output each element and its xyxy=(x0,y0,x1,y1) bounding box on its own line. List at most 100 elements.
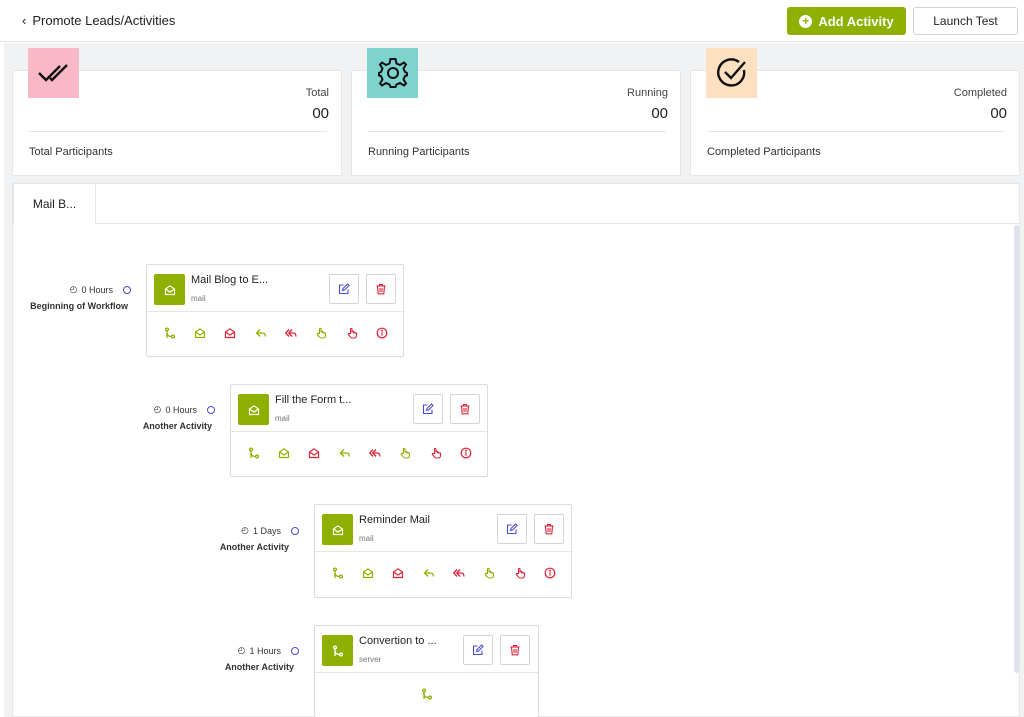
activity-header: Reminder Mail mail xyxy=(315,505,571,552)
workflow-sub-label: Beginning of Workflow xyxy=(30,301,128,311)
activity-header: Convertion to ... server xyxy=(315,626,538,673)
activity-title: Fill the Form t... xyxy=(275,394,352,406)
clock-icon: ◴ xyxy=(153,404,162,414)
mail-unopened-icon[interactable] xyxy=(307,447,320,460)
mail-open-icon xyxy=(238,394,269,425)
scrollbar[interactable] xyxy=(1014,225,1019,673)
reply-icon[interactable] xyxy=(422,567,435,580)
edit-icon xyxy=(338,283,350,295)
trash-icon xyxy=(543,523,555,535)
clicked-icon[interactable] xyxy=(398,447,411,460)
workflow-time: ◴ 0 Hours xyxy=(70,284,131,295)
tab-mail-blog[interactable]: Mail B... xyxy=(13,183,96,224)
stat-value: 00 xyxy=(651,105,668,122)
branch-icon[interactable] xyxy=(163,327,176,340)
not-clicked-icon[interactable] xyxy=(429,447,442,460)
tab-bar: Mail B... xyxy=(13,183,1019,224)
trash-icon xyxy=(375,283,387,295)
not-clicked-icon[interactable] xyxy=(513,567,526,580)
delete-button[interactable] xyxy=(500,635,530,665)
edit-button[interactable] xyxy=(329,274,359,304)
back-link[interactable]: ‹ Promote Leads/Activities xyxy=(22,13,175,28)
mail-unopened-icon[interactable] xyxy=(223,327,236,340)
back-label: Promote Leads/Activities xyxy=(32,13,176,28)
stat-bottom-label: Running Participants xyxy=(368,146,470,158)
activity-card: Convertion to ... server xyxy=(314,625,539,717)
delete-button[interactable] xyxy=(534,514,564,544)
workflow-sub-label: Another Activity xyxy=(224,662,294,672)
not-replied-icon[interactable] xyxy=(452,567,465,580)
chevron-left-icon: ‹ xyxy=(22,13,27,28)
delete-button[interactable] xyxy=(366,274,396,304)
divider xyxy=(29,131,327,132)
branch-icon[interactable] xyxy=(420,688,433,701)
trigger-icons xyxy=(315,563,571,583)
add-activity-label: Add Activity xyxy=(818,13,894,29)
edit-icon xyxy=(472,644,484,656)
reply-icon[interactable] xyxy=(254,327,267,340)
stat-bottom-label: Completed Participants xyxy=(707,146,821,158)
info-icon[interactable] xyxy=(543,567,556,580)
clicked-icon[interactable] xyxy=(314,327,327,340)
stat-value: 00 xyxy=(312,105,329,122)
clock-icon: ◴ xyxy=(69,284,78,294)
mail-unopened-icon[interactable] xyxy=(391,567,404,580)
top-bar: ‹ Promote Leads/Activities + Add Activit… xyxy=(0,0,1024,42)
trigger-icons xyxy=(231,443,487,463)
plus-icon: + xyxy=(799,14,813,28)
divider xyxy=(368,131,666,132)
workflow-sub-label: Another Activity xyxy=(142,421,212,431)
timeline-node-icon xyxy=(123,285,131,294)
activity-card: Reminder Mail mail xyxy=(314,504,572,598)
double-check-icon xyxy=(28,48,79,98)
gear-icon xyxy=(367,48,418,98)
workflow-time: ◴ 1 Hours xyxy=(238,645,299,656)
not-replied-icon[interactable] xyxy=(284,327,297,340)
edit-icon xyxy=(506,523,518,535)
stat-value: 00 xyxy=(990,105,1007,122)
timeline-node-icon xyxy=(291,646,299,655)
trigger-icons xyxy=(315,684,538,704)
stat-top-label: Completed xyxy=(953,87,1007,99)
mail-opened-icon[interactable] xyxy=(277,447,290,460)
activity-card: Mail Blog to E... mail xyxy=(146,264,404,357)
not-replied-icon[interactable] xyxy=(368,447,381,460)
clock-icon: ◴ xyxy=(237,645,246,655)
stat-top-label: Running xyxy=(627,87,668,99)
activity-header: Fill the Form t... mail xyxy=(231,385,487,432)
edit-button[interactable] xyxy=(463,635,493,665)
time-label: 1 Days xyxy=(252,525,281,536)
branch-icon[interactable] xyxy=(331,567,344,580)
not-clicked-icon[interactable] xyxy=(345,327,358,340)
mail-opened-icon[interactable] xyxy=(361,567,374,580)
delete-button[interactable] xyxy=(450,394,480,424)
mail-opened-icon[interactable] xyxy=(193,327,206,340)
mail-open-icon xyxy=(154,274,185,305)
timeline-node-icon xyxy=(291,526,299,535)
launch-test-button[interactable]: Launch Test xyxy=(913,7,1018,35)
workflow-sub-label: Another Activity xyxy=(219,542,289,552)
activity-type: mail xyxy=(359,534,374,543)
edit-button[interactable] xyxy=(413,394,443,424)
info-icon[interactable] xyxy=(459,447,472,460)
stat-bottom-label: Total Participants xyxy=(29,146,113,158)
activity-type: mail xyxy=(191,294,206,303)
info-icon[interactable] xyxy=(375,327,388,340)
workflow-time: ◴ 1 Days xyxy=(241,525,299,536)
divider xyxy=(707,131,1005,132)
clock-icon: ◴ xyxy=(241,525,249,535)
activity-card: Fill the Form t... mail xyxy=(230,384,488,477)
check-circle-icon xyxy=(706,48,757,98)
time-label: 1 Hours xyxy=(249,645,281,656)
time-label: 0 Hours xyxy=(165,404,197,415)
mail-open-icon xyxy=(322,514,353,545)
trash-icon xyxy=(509,644,521,656)
edit-button[interactable] xyxy=(497,514,527,544)
add-activity-button[interactable]: + Add Activity xyxy=(787,7,906,35)
clicked-icon[interactable] xyxy=(482,567,495,580)
stat-top-label: Total xyxy=(305,87,329,99)
reply-icon[interactable] xyxy=(338,447,351,460)
trigger-icons xyxy=(147,323,403,343)
branch-icon[interactable] xyxy=(247,447,260,460)
activity-type: mail xyxy=(275,414,290,423)
